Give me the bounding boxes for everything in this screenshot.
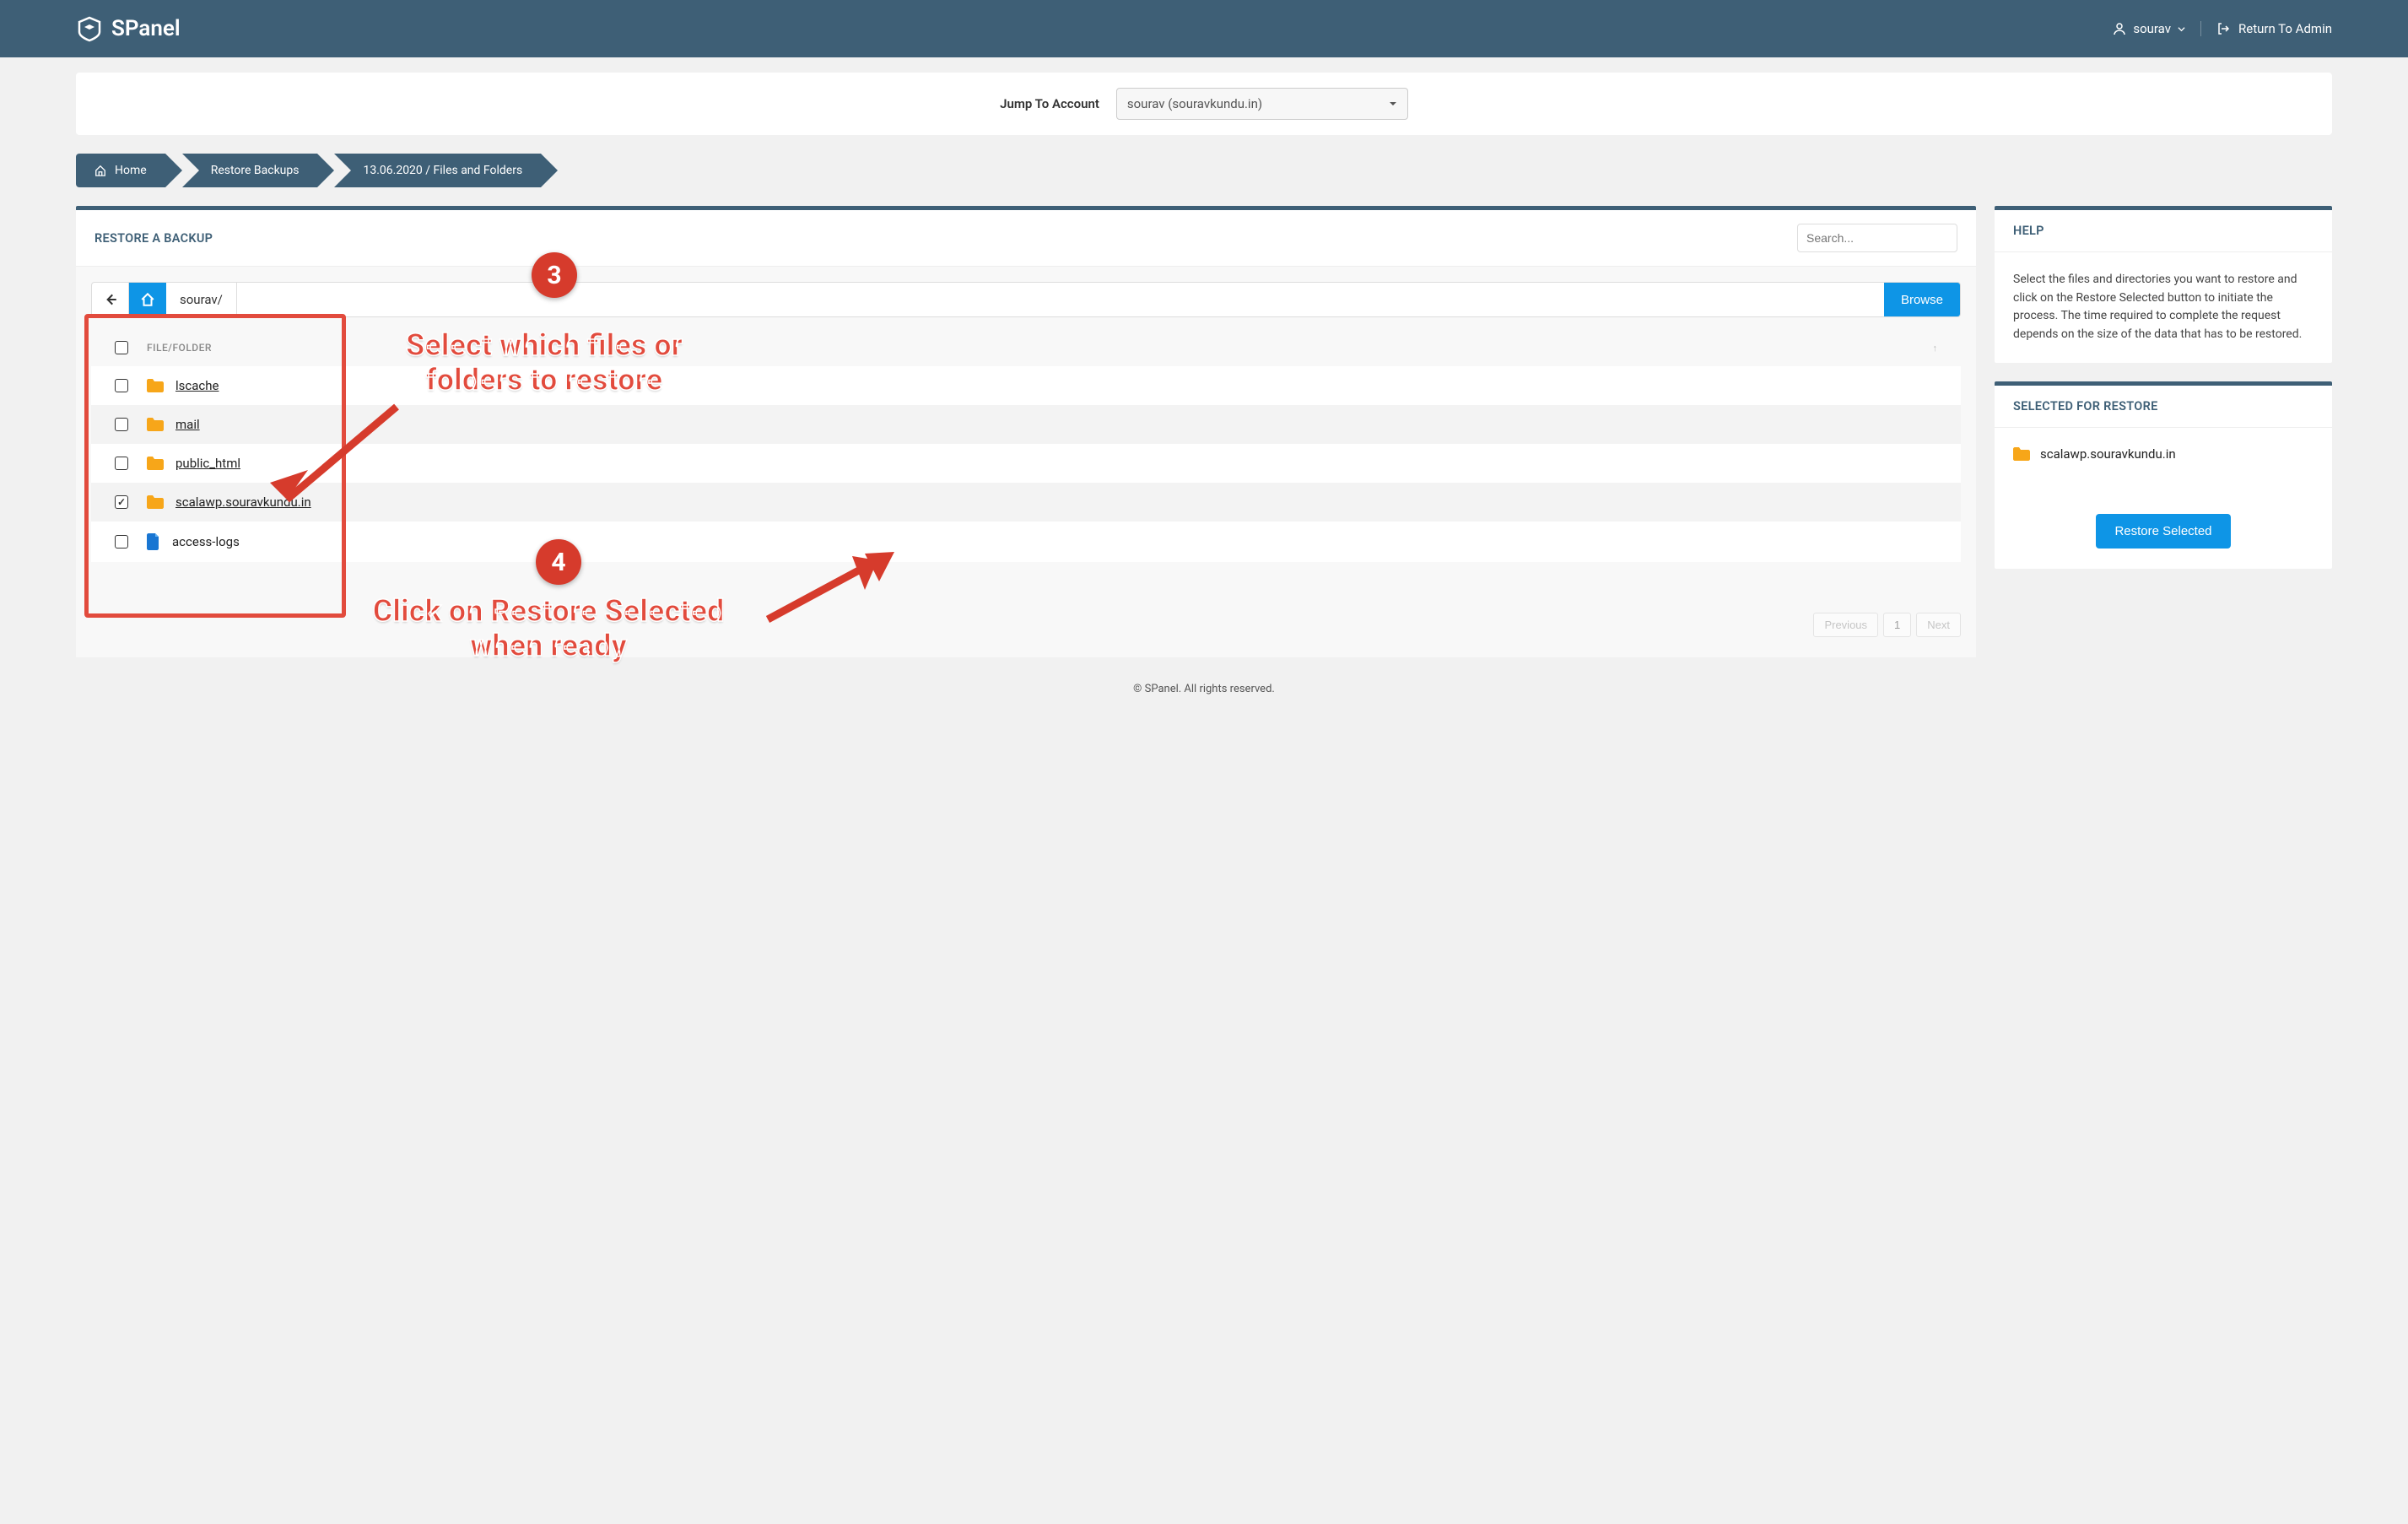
table-row: mail: [91, 405, 1961, 444]
restore-panel-title: RESTORE A BACKUP: [94, 231, 213, 246]
path-segment[interactable]: sourav/: [166, 283, 237, 316]
jump-label: Jump To Account: [1000, 96, 1099, 111]
file-name-link[interactable]: public_html: [175, 456, 240, 471]
file-name-link[interactable]: mail: [175, 417, 200, 432]
app-header: SPanel sourav Return To Admin: [0, 0, 2408, 57]
path-bar: sourav/ Browse: [91, 282, 1961, 317]
user-name: sourav: [2133, 21, 2171, 36]
logout-icon: [2216, 22, 2230, 35]
file-name[interactable]: access-logs: [172, 534, 240, 549]
right-column: HELP Select the files and directories yo…: [1995, 206, 2332, 657]
selected-title: SELECTED FOR RESTORE: [2013, 399, 2158, 413]
jump-to-account-bar: Jump To Account sourav (souravkundu.in): [76, 73, 2332, 135]
pagination-page[interactable]: 1: [1883, 613, 1911, 637]
breadcrumb-home[interactable]: Home: [76, 154, 165, 187]
user-menu[interactable]: sourav: [2113, 21, 2201, 36]
user-icon: [2113, 22, 2126, 35]
account-select[interactable]: sourav (souravkundu.in): [1116, 88, 1408, 120]
help-body: Select the files and directories you wan…: [1995, 252, 2332, 363]
caret-down-icon: [1389, 100, 1397, 108]
row-checkbox[interactable]: [115, 495, 128, 509]
selected-item: scalawp.souravkundu.in: [2013, 446, 2314, 462]
account-select-value: sourav (souravkundu.in): [1127, 96, 1262, 111]
column-header-filefolder[interactable]: FILE/FOLDER: [138, 342, 1933, 354]
brand-logo-icon: [76, 15, 103, 42]
arrow-left-icon: [103, 292, 118, 307]
path-back-button[interactable]: [92, 283, 129, 316]
row-checkbox[interactable]: [115, 457, 128, 470]
table-header: FILE/FOLDER ↑: [91, 329, 1961, 366]
sort-icon[interactable]: ↑: [1933, 343, 1948, 354]
file-name-link[interactable]: lscache: [175, 378, 219, 393]
breadcrumb-restore-label: Restore Backups: [211, 164, 300, 177]
folder-icon: [2013, 447, 2030, 461]
table-row: public_html: [91, 444, 1961, 483]
home-icon: [140, 292, 155, 307]
search-input[interactable]: [1806, 231, 1959, 245]
table-row: access-logs: [91, 522, 1961, 562]
breadcrumb-current-label: 13.06.2020 / Files and Folders: [363, 164, 522, 177]
path-home-button[interactable]: [129, 283, 166, 316]
file-name-link[interactable]: scalawp.souravkundu.in: [175, 494, 311, 510]
path-input[interactable]: [237, 283, 1884, 316]
restore-selected-button[interactable]: Restore Selected: [2096, 514, 2230, 549]
row-checkbox[interactable]: [115, 379, 128, 392]
selected-panel: SELECTED FOR RESTORE scalawp.souravkundu…: [1995, 381, 2332, 569]
search-box[interactable]: [1797, 224, 1957, 252]
help-title: HELP: [2013, 224, 2044, 238]
breadcrumb-home-label: Home: [115, 164, 147, 177]
return-to-admin-link[interactable]: Return To Admin: [2216, 21, 2332, 36]
caret-down-icon: [2178, 25, 2185, 33]
selected-item-name: scalawp.souravkundu.in: [2040, 446, 2176, 462]
breadcrumb: Home Restore Backups 13.06.2020 / Files …: [76, 154, 2332, 187]
table-row: lscache: [91, 366, 1961, 405]
brand-name: SPanel: [111, 16, 181, 41]
help-panel: HELP Select the files and directories yo…: [1995, 206, 2332, 363]
breadcrumb-current[interactable]: 13.06.2020 / Files and Folders: [334, 154, 541, 187]
folder-icon: [147, 418, 164, 431]
select-all-checkbox[interactable]: [115, 341, 128, 354]
folder-icon: [147, 379, 164, 392]
header-right: sourav Return To Admin: [2113, 21, 2332, 36]
return-admin-label: Return To Admin: [2238, 21, 2332, 36]
home-icon: [94, 165, 106, 176]
pagination-next[interactable]: Next: [1916, 613, 1961, 637]
breadcrumb-restore[interactable]: Restore Backups: [182, 154, 318, 187]
restore-panel: RESTORE A BACKUP sourav/ Browse: [76, 206, 1976, 657]
brand: SPanel: [76, 15, 181, 42]
row-checkbox[interactable]: [115, 535, 128, 549]
pagination: Previous 1 Next: [91, 613, 1961, 637]
browse-button[interactable]: Browse: [1884, 283, 1960, 316]
pagination-prev[interactable]: Previous: [1813, 613, 1878, 637]
footer-text: © SPanel. All rights reserved.: [0, 657, 2408, 721]
row-checkbox[interactable]: [115, 418, 128, 431]
file-icon: [147, 533, 160, 550]
folder-icon: [147, 495, 164, 509]
restore-panel-head: RESTORE A BACKUP: [76, 210, 1976, 267]
table-row: scalawp.souravkundu.in: [91, 483, 1961, 522]
folder-icon: [147, 457, 164, 470]
